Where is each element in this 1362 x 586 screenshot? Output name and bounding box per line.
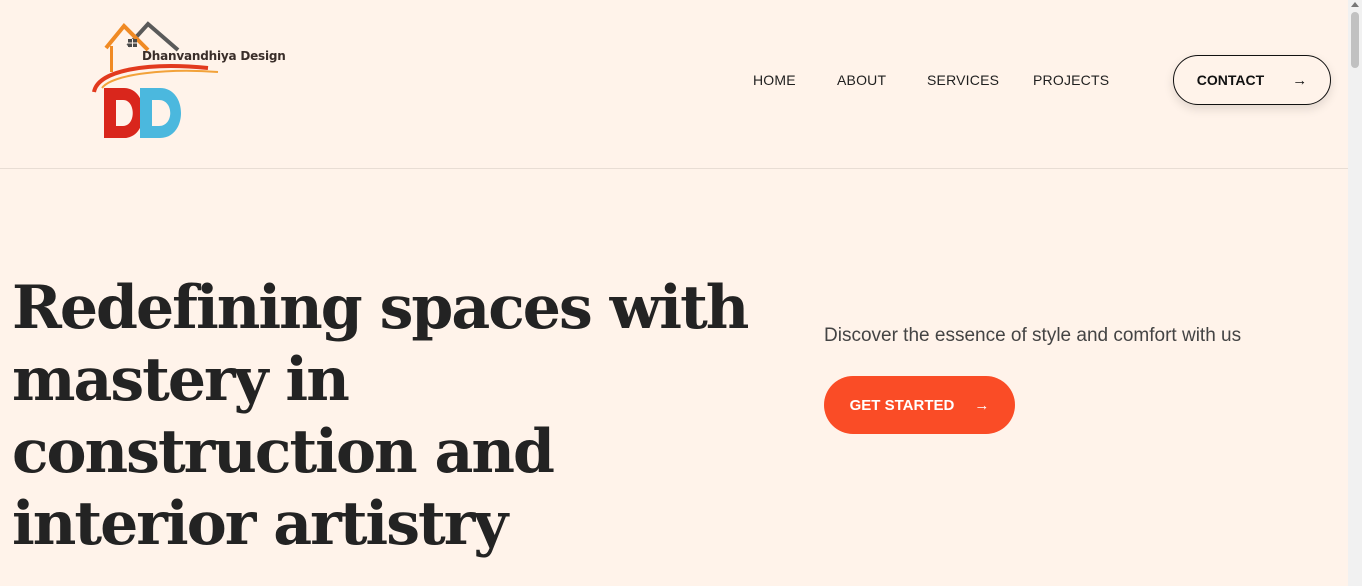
scroll-thumb[interactable]: [1351, 12, 1359, 68]
arrow-right-icon: →: [974, 396, 990, 414]
brand-logo[interactable]: Dhanvandhiya Design: [88, 18, 286, 143]
contact-button-label: CONTACT: [1196, 72, 1265, 88]
dd-house-logo-icon: [92, 21, 219, 138]
brand-name: Dhanvandhiya Design: [142, 49, 286, 63]
nav-item-home[interactable]: HOME: [753, 72, 796, 88]
hero-subtitle: Discover the essence of style and comfor…: [824, 325, 1242, 346]
nav-item-projects[interactable]: PROJECTS: [1033, 72, 1109, 88]
nav-item-about[interactable]: ABOUT: [837, 72, 886, 88]
get-started-button[interactable]: GET STARTED →: [824, 376, 1015, 434]
scroll-up-icon[interactable]: [1351, 2, 1359, 7]
site-header: Dhanvandhiya Design HOME ABOUT SERVICES …: [0, 0, 1348, 169]
vertical-scrollbar[interactable]: [1348, 0, 1362, 586]
nav-item-services[interactable]: SERVICES: [927, 72, 999, 88]
hero-title: Redefining spaces with mastery in constr…: [12, 273, 749, 559]
get-started-label: GET STARTED: [849, 396, 955, 414]
arrow-right-icon: →: [1292, 71, 1308, 89]
contact-button[interactable]: CONTACT →: [1173, 55, 1331, 105]
